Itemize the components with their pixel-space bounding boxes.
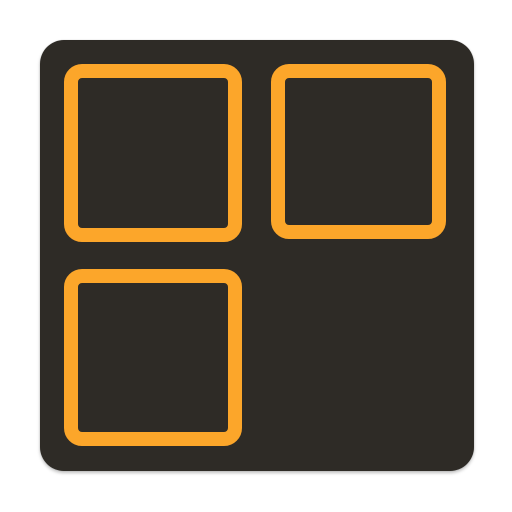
grid-tile-bottom-left <box>64 269 242 446</box>
grid-tile-top-right <box>271 64 446 239</box>
grid-tile-top-left <box>64 64 242 242</box>
icon-canvas <box>0 0 512 512</box>
grid-layout-icon <box>40 40 474 471</box>
